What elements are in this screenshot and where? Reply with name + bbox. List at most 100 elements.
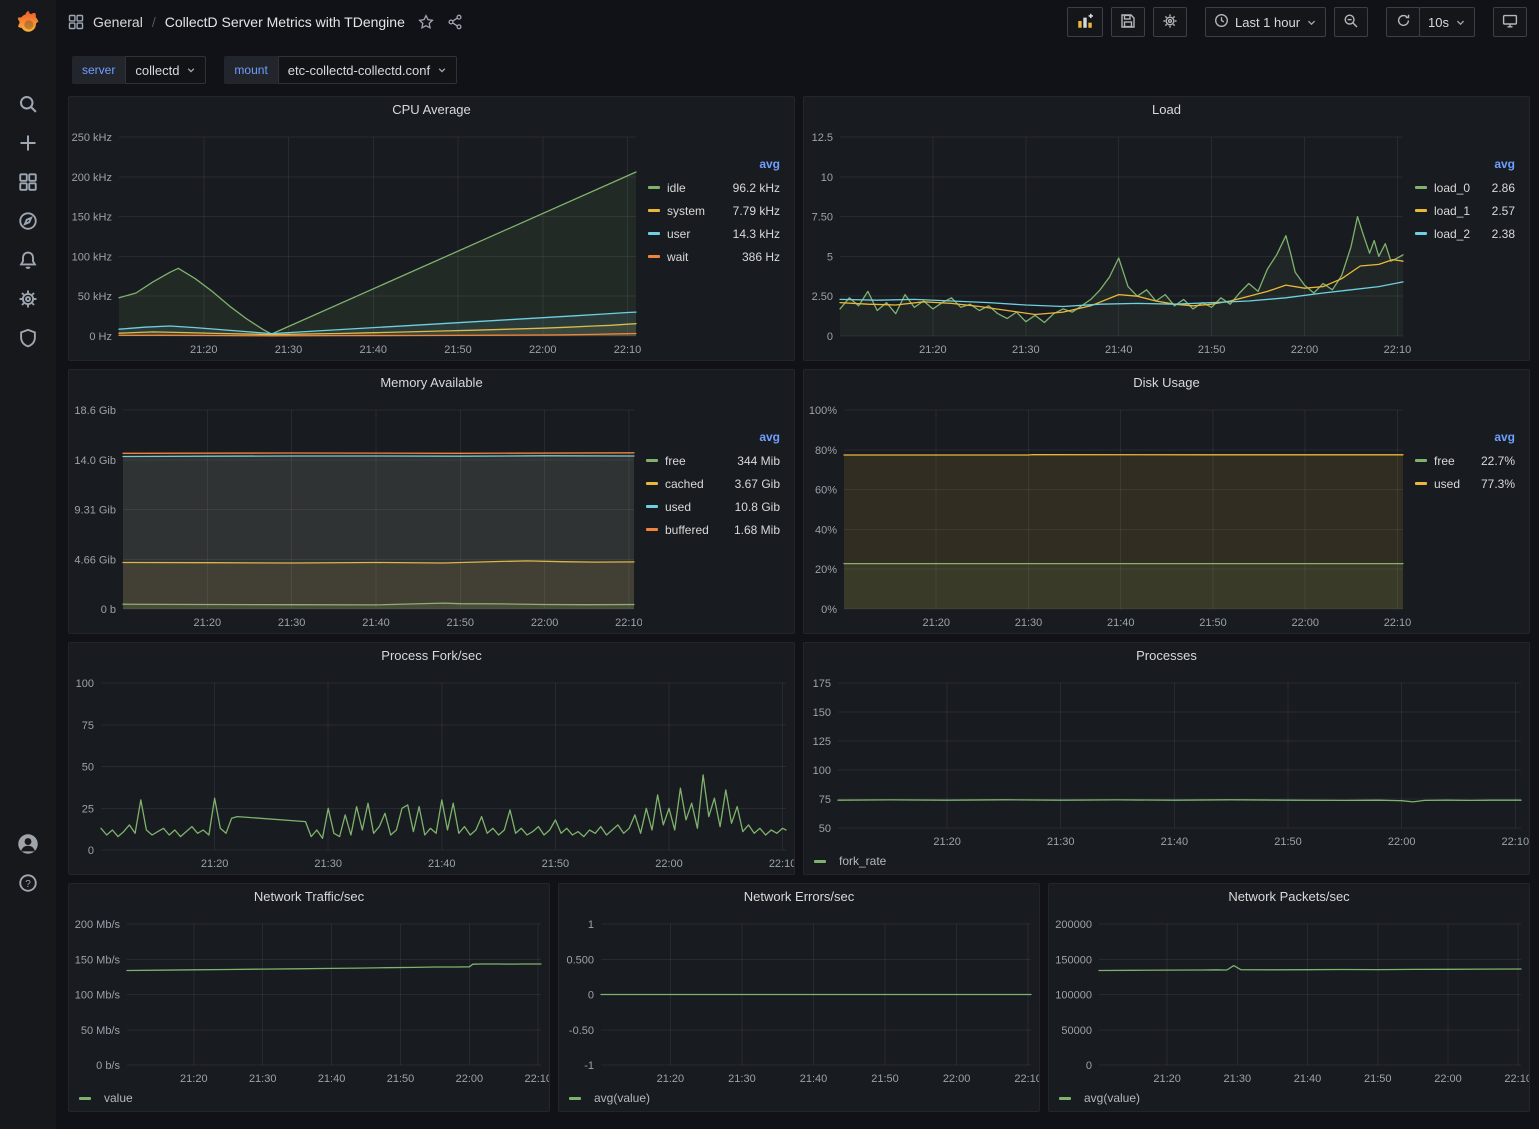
legend-series-label[interactable]: used (665, 500, 735, 514)
variable-mount-value[interactable]: etc-collectd-collectd.conf (278, 56, 457, 84)
panel-title[interactable]: CPU Average (69, 97, 794, 123)
legend-item-wait[interactable]: wait386 Hz (648, 245, 780, 268)
refresh-interval-dropdown[interactable]: 10s (1419, 7, 1475, 37)
legend-item-used[interactable]: used10.8 Gib (646, 495, 780, 518)
svg-text:-0.50: -0.50 (569, 1025, 594, 1037)
legend-series-label[interactable]: load_0 (1434, 181, 1492, 195)
svg-text:21:50: 21:50 (1364, 1073, 1392, 1085)
legend-series-label[interactable]: load_1 (1434, 204, 1492, 218)
panel-title[interactable]: Network Packets/sec (1049, 884, 1529, 910)
legend-item-avg(value)[interactable]: avg(value) (1059, 1091, 1140, 1105)
legend-series-label[interactable]: system (667, 204, 733, 218)
svg-text:100%: 100% (809, 405, 837, 417)
legend-item-load_1[interactable]: load_12.57 (1415, 199, 1515, 222)
legend-series-label[interactable]: user (667, 227, 733, 241)
svg-text:21:30: 21:30 (1015, 617, 1043, 629)
sidebar-item-dashboards[interactable] (0, 166, 56, 200)
svg-text:0: 0 (88, 845, 94, 857)
add-panel-icon (1076, 12, 1094, 33)
network-packets-legend: avg(value) (1049, 1089, 1529, 1111)
sidebar-item-create[interactable] (0, 127, 56, 161)
legend-series-label[interactable]: avg(value) (594, 1091, 650, 1105)
legend-item-buffered[interactable]: buffered1.68 Mib (646, 518, 780, 541)
svg-text:21:50: 21:50 (542, 858, 570, 870)
legend-series-label[interactable]: load_2 (1434, 227, 1492, 241)
save-dashboard-button[interactable] (1111, 7, 1145, 37)
network-packets-chart[interactable]: 05000010000015000020000021:2021:3021:402… (1049, 910, 1529, 1089)
panel-process-fork: Process Fork/sec 025507510021:2021:3021:… (68, 642, 795, 875)
series-color-swatch (569, 1097, 581, 1100)
network-traffic-chart[interactable]: 0 b/s50 Mb/s100 Mb/s150 Mb/s200 Mb/s21:2… (69, 910, 549, 1089)
time-range-picker[interactable]: Last 1 hour (1205, 7, 1326, 37)
svg-text:21:40: 21:40 (1294, 1073, 1322, 1085)
svg-text:-1: -1 (584, 1060, 594, 1072)
legend-series-label[interactable]: cached (665, 477, 735, 491)
add-panel-button[interactable] (1067, 7, 1103, 37)
sidebar-item-help[interactable]: ? (0, 867, 56, 901)
avatar-icon (15, 831, 41, 860)
svg-text:21:50: 21:50 (447, 617, 475, 629)
legend-avg-header: avg (648, 157, 780, 171)
variable-server-label: server (72, 56, 125, 84)
process-fork-chart[interactable]: 025507510021:2021:3021:4021:5022:0022:10 (69, 669, 794, 874)
legend-series-label[interactable]: idle (667, 181, 733, 195)
svg-text:50: 50 (82, 762, 94, 774)
legend-series-label[interactable]: free (665, 454, 737, 468)
panel-title[interactable]: Processes (804, 643, 1529, 669)
legend-item-avg(value)[interactable]: avg(value) (569, 1091, 650, 1105)
sidebar-item-alerting[interactable] (0, 244, 56, 278)
legend-item-load_2[interactable]: load_22.38 (1415, 222, 1515, 245)
svg-text:14.0 Gib: 14.0 Gib (74, 455, 116, 467)
gear-icon (1162, 13, 1178, 32)
cycle-view-button[interactable] (1493, 7, 1527, 37)
panel-title[interactable]: Load (804, 97, 1529, 123)
legend-series-label[interactable]: avg(value) (1084, 1091, 1140, 1105)
sidebar-item-search[interactable] (0, 88, 56, 122)
panel-title[interactable]: Network Errors/sec (559, 884, 1039, 910)
panel-title[interactable]: Memory Available (69, 370, 794, 396)
panel-disk-usage: Disk Usage 0%20%40%60%80%100%21:2021:302… (803, 369, 1530, 634)
panel-title[interactable]: Process Fork/sec (69, 643, 794, 669)
processes-chart[interactable]: 507510012515017521:2021:3021:4021:5022:0… (804, 669, 1529, 852)
zoom-out-button[interactable] (1334, 7, 1368, 37)
legend-item-load_0[interactable]: load_02.86 (1415, 176, 1515, 199)
network-errors-chart[interactable]: -1-0.5000.500121:2021:3021:4021:5022:002… (559, 910, 1039, 1089)
legend-item-idle[interactable]: idle96.2 kHz (648, 176, 780, 199)
dashboard-title[interactable]: CollectD Server Metrics with TDengine (165, 14, 405, 30)
sidebar-item-configuration[interactable] (0, 283, 56, 317)
legend-item-free[interactable]: free344 Mib (646, 449, 780, 472)
variable-server-value[interactable]: collectd (125, 56, 206, 84)
cpu-average-chart[interactable]: 0 Hz50 kHz100 kHz150 kHz200 kHz250 kHz21… (69, 123, 644, 360)
grafana-logo[interactable] (0, 6, 56, 42)
legend-series-label[interactable]: free (1434, 454, 1481, 468)
user-avatar[interactable] (0, 828, 56, 862)
svg-text:21:30: 21:30 (278, 617, 306, 629)
save-icon (1120, 13, 1136, 32)
legend-series-label[interactable]: fork_rate (839, 854, 886, 868)
legend-item-fork_rate[interactable]: fork_rate (814, 854, 886, 868)
panel-title[interactable]: Network Traffic/sec (69, 884, 549, 910)
legend-series-label[interactable]: buffered (665, 523, 734, 537)
legend-item-value[interactable]: value (79, 1091, 133, 1105)
legend-series-label[interactable]: value (104, 1091, 133, 1105)
legend-item-cached[interactable]: cached3.67 Gib (646, 472, 780, 495)
share-icon[interactable] (447, 14, 463, 30)
svg-text:21:40: 21:40 (1161, 836, 1189, 848)
legend-item-free[interactable]: free22.7% (1415, 449, 1515, 472)
panel-title[interactable]: Disk Usage (804, 370, 1529, 396)
load-chart[interactable]: 02.5057.501012.521:2021:3021:4021:5022:0… (804, 123, 1411, 360)
legend-item-used[interactable]: used77.3% (1415, 472, 1515, 495)
legend-series-label[interactable]: wait (667, 250, 742, 264)
legend-series-label[interactable]: used (1434, 477, 1481, 491)
dashboard-settings-button[interactable] (1153, 7, 1187, 37)
star-icon[interactable] (418, 14, 434, 30)
legend-item-system[interactable]: system7.79 kHz (648, 199, 780, 222)
sidebar-item-explore[interactable] (0, 205, 56, 239)
sidebar-item-server-admin[interactable] (0, 322, 56, 356)
breadcrumb-folder[interactable]: General (93, 14, 143, 30)
legend-avg-header: avg (1415, 157, 1515, 171)
legend-item-user[interactable]: user14.3 kHz (648, 222, 780, 245)
memory-available-chart[interactable]: 0 b4.66 Gib9.31 Gib14.0 Gib18.6 Gib21:20… (69, 396, 642, 633)
refresh-button[interactable] (1386, 7, 1420, 37)
disk-usage-chart[interactable]: 0%20%40%60%80%100%21:2021:3021:4021:5022… (804, 396, 1411, 633)
